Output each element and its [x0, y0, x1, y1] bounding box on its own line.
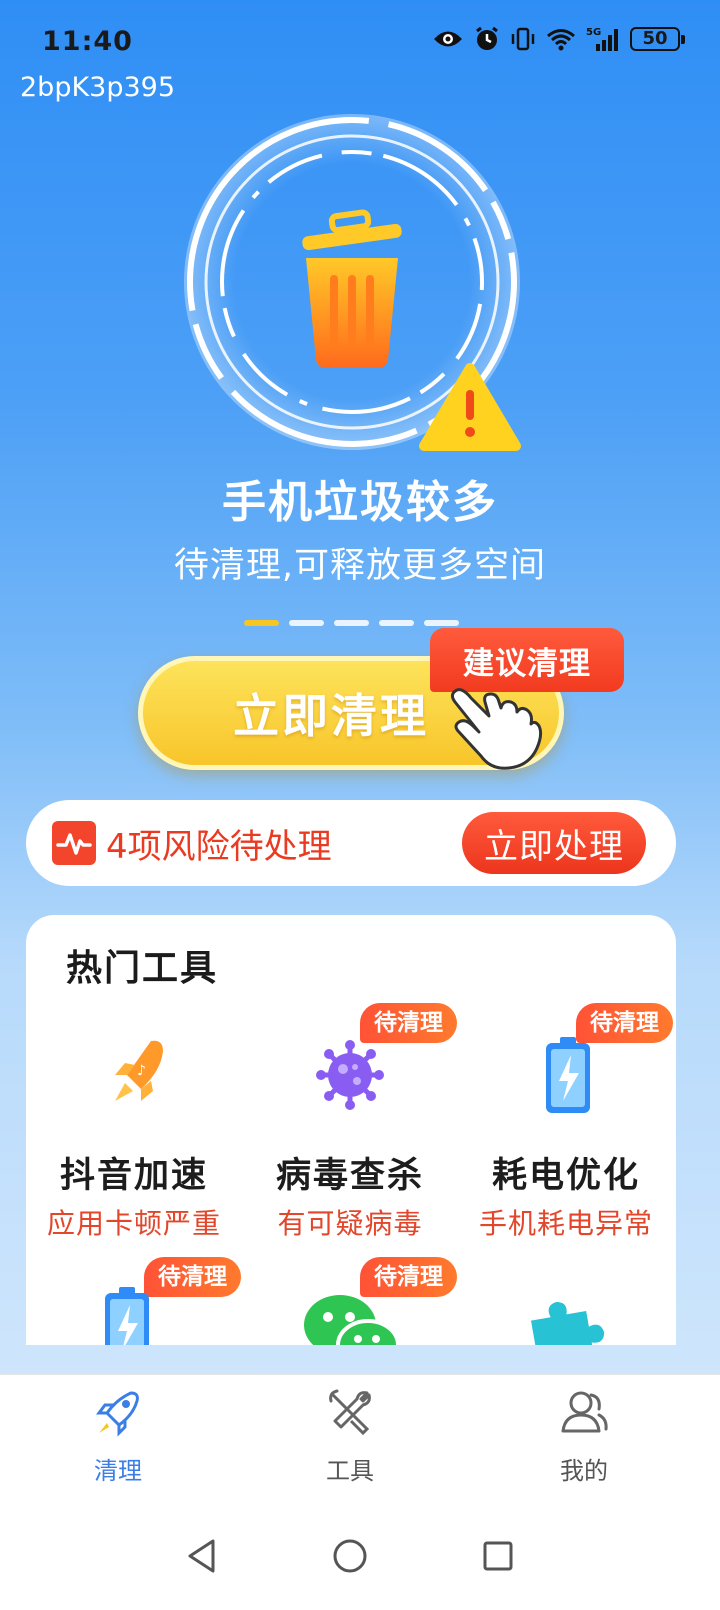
carousel-dot	[244, 620, 279, 626]
back-icon	[188, 1539, 215, 1573]
junk-headline: 手机垃圾较多	[222, 477, 498, 528]
svg-text:5G: 5G	[586, 27, 601, 38]
tool-name: 耗电优化	[491, 1156, 640, 1196]
device-code: 2bpK3p395	[20, 72, 176, 103]
trash-scan-ring	[180, 110, 525, 455]
tool-desc: 有可疑病毒	[277, 1207, 423, 1240]
battery-indicator: 50	[630, 27, 685, 51]
tool-battery-2[interactable]: 待清理	[26, 1257, 242, 1345]
hot-tools-card: 热门工具 ♪ 抖音加速 应用卡顿严重 待清理 病毒查杀 有可疑病毒 待清理 耗电…	[26, 915, 676, 1345]
carousel-dot	[289, 620, 324, 626]
tool-desc: 手机耗电异常	[478, 1207, 653, 1240]
wechat-icon	[304, 1295, 400, 1345]
recents-button[interactable]	[468, 1526, 528, 1586]
wifi-icon	[547, 29, 575, 51]
eye-icon	[434, 31, 462, 47]
tab-clean[interactable]: 清理	[58, 1387, 178, 1486]
bottom-tab-bar: 清理 工具 我的	[0, 1374, 720, 1500]
heartbeat-icon	[52, 821, 96, 865]
rocket-icon: ♪	[115, 1040, 163, 1101]
tool-name: 病毒查杀	[275, 1156, 424, 1196]
tool-douyin-speedup[interactable]: ♪ 抖音加速 应用卡顿严重	[26, 1035, 242, 1240]
junk-subline: 待清理,可释放更多空间	[173, 546, 547, 586]
tool-battery-optimize[interactable]: 待清理 耗电优化 手机耗电异常	[458, 1003, 674, 1240]
tool-wechat-clean[interactable]: 待清理	[242, 1257, 458, 1345]
rocket-icon	[96, 1391, 139, 1437]
carousel-indicator	[244, 620, 459, 626]
back-button[interactable]	[172, 1526, 232, 1586]
home-button[interactable]	[320, 1526, 380, 1586]
risk-alert-bar[interactable]: 4项风险待处理 立即处理	[26, 800, 676, 886]
user-icon	[561, 1391, 608, 1433]
tab-mine[interactable]: 我的	[524, 1387, 644, 1486]
signal-icon: 5G	[586, 27, 618, 51]
svg-text:♪: ♪	[137, 1063, 146, 1079]
battery-icon	[546, 1037, 590, 1113]
puzzle-icon	[530, 1302, 605, 1345]
status-time: 11:40	[42, 26, 133, 57]
tool-puzzle[interactable]	[458, 1285, 674, 1345]
battery-icon	[105, 1287, 149, 1345]
risk-count-text: 4项风险待处理	[106, 826, 332, 867]
status-icons: 5G 50	[432, 26, 685, 52]
alarm-icon	[476, 26, 498, 50]
status-bar: 11:40 5G 50	[0, 0, 720, 80]
carousel-dot	[334, 620, 369, 626]
hot-tools-title: 热门工具	[66, 948, 219, 989]
recents-icon	[483, 1541, 513, 1571]
trash-bin-icon	[302, 209, 402, 368]
clean-now-label: 立即清理	[233, 689, 429, 743]
virus-icon	[316, 1040, 384, 1110]
tool-desc: 应用卡顿严重	[46, 1207, 221, 1240]
tool-virus-scan[interactable]: 待清理 病毒查杀 有可疑病毒	[242, 1003, 458, 1240]
home-icon	[333, 1539, 367, 1573]
tab-tools-label: 工具	[326, 1457, 374, 1485]
carousel-dot	[424, 620, 459, 626]
tab-tools[interactable]: 工具	[290, 1387, 410, 1486]
vibrate-icon	[511, 27, 535, 51]
tool-name: 抖音加速	[59, 1156, 208, 1196]
tools-icon	[329, 1389, 371, 1436]
carousel-dot	[379, 620, 414, 626]
pointing-hand-icon	[450, 688, 543, 770]
system-navigation-bar	[0, 1500, 720, 1610]
tab-mine-label: 我的	[560, 1457, 608, 1485]
tab-clean-label: 清理	[94, 1457, 142, 1485]
handle-now-button[interactable]: 立即处理	[462, 812, 646, 874]
